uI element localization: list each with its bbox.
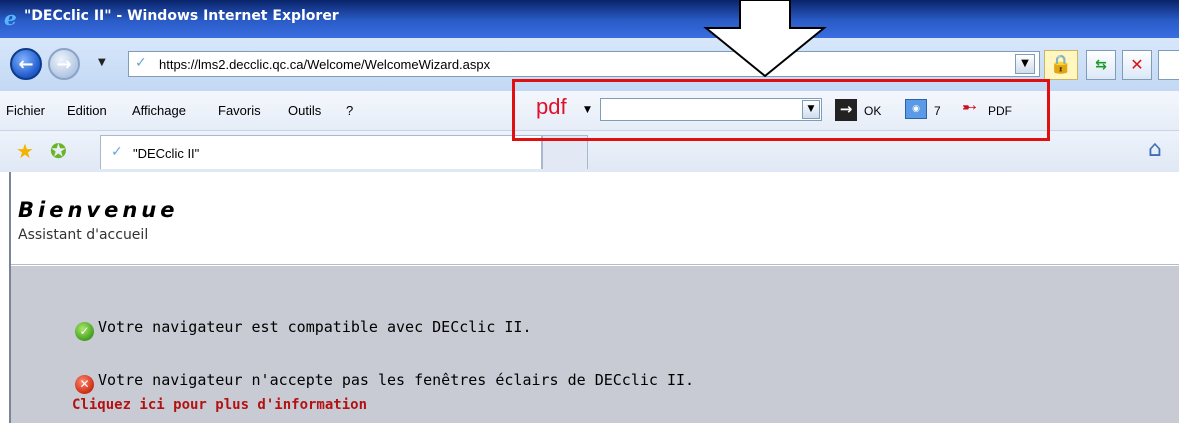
check-icon: ✓ — [75, 322, 94, 341]
page-icon: ✓ — [135, 55, 147, 71]
highlight-annotation-box — [512, 79, 1050, 141]
more-info-link[interactable]: Cliquez ici pour plus d'information — [72, 397, 367, 413]
page-subtitle: Assistant d'accueil — [18, 227, 149, 243]
back-button[interactable]: ← — [10, 48, 42, 80]
forward-button[interactable]: → — [48, 48, 80, 80]
address-url: https://lms2.decclic.qc.ca/Welcome/Welco… — [159, 57, 491, 72]
search-input[interactable] — [1158, 50, 1179, 80]
internet-explorer-icon: e — [4, 6, 17, 30]
home-icon[interactable]: ⌂ — [1148, 137, 1162, 162]
recent-pages-dropdown-icon[interactable]: ▼ — [98, 57, 106, 68]
page-header: Bienvenue Assistant d'accueil — [11, 172, 1179, 265]
window-title-bar: e "DECclic II" - Windows Internet Explor… — [0, 0, 1179, 38]
tab-decclic[interactable]: ✓ "DECclic II" — [100, 135, 542, 169]
popup-text: Votre navigateur n'accepte pas les fenêt… — [98, 371, 695, 389]
compatibility-text: Votre navigateur est compatible avec DEC… — [98, 318, 532, 336]
window-title: "DECclic II" - Windows Internet Explorer — [24, 8, 339, 24]
menu-edition[interactable]: Edition — [67, 103, 107, 118]
menu-fichier[interactable]: Fichier — [6, 103, 45, 118]
security-lock-icon[interactable]: 🔒 — [1044, 50, 1078, 80]
wizard-body: ✓ Votre navigateur est compatible avec DE… — [11, 266, 1179, 423]
address-input[interactable]: ✓ https://lms2.decclic.qc.ca/Welcome/Wel… — [128, 51, 1040, 77]
error-icon: ✕ — [75, 375, 94, 394]
favorites-star-icon[interactable]: ★ — [16, 139, 34, 163]
menu-outils[interactable]: Outils — [288, 103, 321, 118]
popup-message: ✕ Votre navigateur n'accepte pas les fenê… — [75, 371, 694, 394]
menu-help[interactable]: ? — [346, 103, 353, 118]
tab-label: "DECclic II" — [133, 146, 200, 161]
stop-button[interactable]: ✕ — [1122, 50, 1152, 80]
page-icon: ✓ — [111, 144, 123, 160]
page-content: Bienvenue Assistant d'accueil ✓ Votre nav… — [9, 172, 1179, 423]
add-favorite-icon[interactable]: ✪ — [50, 139, 67, 163]
page-title: Bienvenue — [18, 198, 179, 222]
compatibility-message: ✓ Votre navigateur est compatible avec DE… — [75, 318, 531, 341]
address-dropdown-button[interactable]: ▼ — [1015, 54, 1035, 74]
annotation-down-arrow-icon — [703, 0, 827, 78]
menu-affichage[interactable]: Affichage — [132, 103, 186, 118]
menu-favoris[interactable]: Favoris — [218, 103, 261, 118]
refresh-button[interactable]: ⇆ — [1086, 50, 1116, 80]
